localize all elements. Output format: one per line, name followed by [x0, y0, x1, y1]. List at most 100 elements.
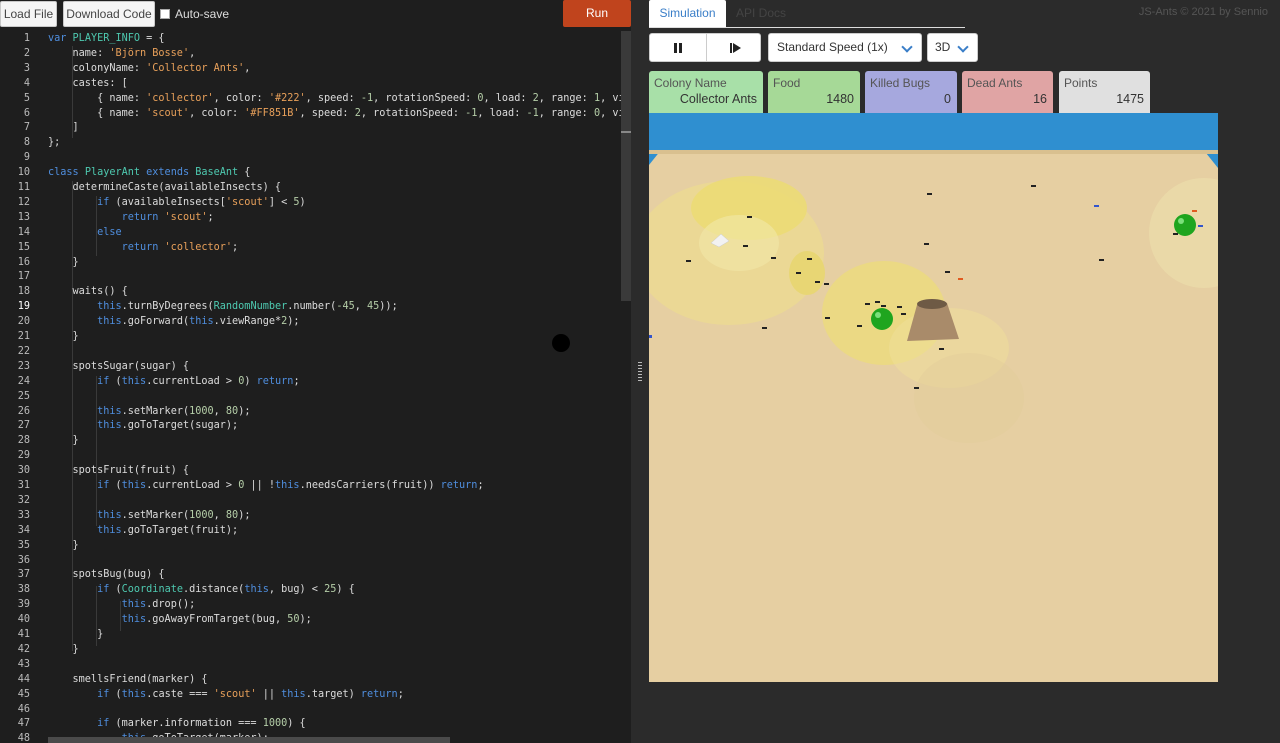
- code-line[interactable]: ]: [48, 120, 79, 135]
- stat-label: Points: [1064, 76, 1098, 90]
- code-token: 80: [225, 509, 239, 521]
- tab-simulation[interactable]: Simulation: [649, 0, 726, 27]
- code-line[interactable]: if (this.currentLoad > 0) return;: [48, 374, 300, 389]
- line-number: 8: [23, 137, 30, 149]
- line-number: 35: [17, 539, 30, 551]
- code-line[interactable]: { name: 'collector', color: '#222', spee…: [48, 91, 631, 106]
- code-line[interactable]: this.goAwayFromTarget(bug, 50);: [48, 612, 312, 627]
- speed-select[interactable]: Standard Speed (1x): [768, 33, 922, 62]
- code-token: if: [97, 196, 110, 208]
- line-number: 13: [17, 211, 30, 223]
- code-token: 'Collector Ants': [146, 62, 245, 74]
- code-line[interactable]: spotsBug(bug) {: [48, 567, 165, 582]
- view-mode-select[interactable]: 3D: [927, 33, 978, 62]
- line-number: 48: [17, 733, 30, 743]
- code-line[interactable]: if (Coordinate.distance(this, bug) < 25)…: [48, 582, 355, 597]
- code-line[interactable]: this.goToTarget(sugar);: [48, 418, 238, 433]
- download-code-button[interactable]: Download Code: [63, 1, 155, 27]
- code-line[interactable]: spotsFruit(fruit) {: [48, 463, 190, 478]
- line-number: 25: [17, 390, 30, 402]
- code-line[interactable]: this.setMarker(1000, 80);: [48, 508, 250, 523]
- code-line[interactable]: }: [48, 538, 79, 553]
- code-token: ): [299, 196, 306, 208]
- vertical-scrollbar[interactable]: [621, 31, 631, 301]
- code-line[interactable]: determineCaste(availableInsects) {: [48, 180, 282, 195]
- code-line[interactable]: smellsFriend(marker) {: [48, 672, 208, 687]
- code-line[interactable]: name: 'Björn Bosse',: [48, 46, 196, 61]
- code-line[interactable]: }: [48, 329, 79, 344]
- code-line[interactable]: colonyName: 'Collector Ants',: [48, 61, 251, 76]
- code-token: (availableInsects[: [109, 196, 226, 208]
- load-file-button[interactable]: Load File: [0, 1, 57, 27]
- code-line[interactable]: return 'scout';: [48, 210, 214, 225]
- code-line[interactable]: this.goForward(this.viewRange*2);: [48, 314, 299, 329]
- apple-highlight: [875, 312, 881, 318]
- code-token: ;: [293, 375, 300, 387]
- code-token: }: [48, 539, 79, 551]
- code-line[interactable]: if (this.currentLoad > 0 || !this.needsC…: [48, 478, 484, 493]
- code-token: 'scout': [146, 107, 190, 119]
- run-button[interactable]: Run: [563, 0, 631, 27]
- code-line[interactable]: }: [48, 627, 103, 642]
- line-number: 39: [17, 599, 30, 611]
- code-line[interactable]: spotsSugar(sugar) {: [48, 359, 190, 374]
- code-token: , load:: [477, 107, 527, 119]
- code-line[interactable]: this.setMarker(1000, 80);: [48, 404, 250, 419]
- line-number: 38: [17, 584, 30, 596]
- autosave-checkbox[interactable]: [160, 9, 170, 19]
- pause-icon[interactable]: [674, 43, 682, 53]
- code-token: }: [48, 629, 104, 640]
- code-token: 'collector': [146, 92, 214, 104]
- code-token: ;: [232, 241, 239, 253]
- line-number: 3: [23, 62, 30, 74]
- code-line[interactable]: this.goToTarget(fruit);: [48, 523, 238, 538]
- code-token: , range:: [538, 92, 594, 104]
- code-line[interactable]: if (marker.information === 1000) {: [48, 716, 306, 731]
- code-token: var: [48, 33, 73, 44]
- code-area[interactable]: var PLAYER_INFO = { name: 'Björn Bosse',…: [48, 31, 631, 743]
- code-line[interactable]: }: [48, 433, 79, 448]
- code-editor[interactable]: 1 2 3 4 5 6 7 8 9 10 11 12 13 14 15 16 17 18 19 20 21 22 23 24 2…: [0, 31, 631, 743]
- code-line[interactable]: var PLAYER_INFO = {: [48, 31, 165, 46]
- code-line[interactable]: if (this.caste === 'scout' || this.targe…: [48, 687, 404, 702]
- code-line[interactable]: if (availableInsects['scout'] < 5): [48, 195, 306, 210]
- code-token: this: [97, 509, 122, 521]
- stat-dead-ants: Dead Ants 16: [962, 71, 1053, 113]
- code-line[interactable]: waits() {: [48, 284, 128, 299]
- code-token: .needsCarriers(fruit)): [299, 480, 441, 491]
- tab-api-docs[interactable]: API Docs: [731, 0, 791, 27]
- code-token: this: [189, 316, 214, 328]
- autosave-toggle[interactable]: Auto-save: [160, 6, 229, 22]
- resize-grip-icon[interactable]: [638, 362, 642, 382]
- code-line[interactable]: return 'collector';: [48, 240, 239, 255]
- code-token: 45: [367, 301, 380, 313]
- code-line[interactable]: }: [48, 642, 79, 657]
- line-number: 19: [17, 301, 30, 313]
- code-token: , color:: [189, 107, 245, 119]
- simulation-canvas[interactable]: [649, 113, 1218, 682]
- horizontal-scrollbar[interactable]: [48, 737, 450, 743]
- code-line[interactable]: }: [48, 255, 79, 270]
- code-line[interactable]: this.drop();: [48, 597, 196, 612]
- apple-highlight: [1178, 218, 1184, 224]
- code-line[interactable]: else: [48, 225, 122, 240]
- tab-bar: Simulation API Docs: [649, 0, 965, 28]
- line-number: 5: [23, 92, 30, 104]
- code-token: spotsFruit(fruit) {: [48, 465, 190, 477]
- code-line[interactable]: { name: 'scout', color: '#FF851B', speed…: [48, 106, 631, 121]
- code-line[interactable]: class PlayerAnt extends BaseAnt {: [48, 165, 250, 180]
- code-token: ,: [354, 301, 368, 313]
- code-token: 1000: [262, 718, 288, 730]
- code-token: ));: [379, 301, 398, 313]
- code-line[interactable]: this.turnByDegrees(RandomNumber.number(-…: [48, 299, 398, 314]
- code-line[interactable]: };: [48, 135, 60, 150]
- code-token: ] <: [268, 196, 294, 208]
- editor-pane: Load File Download Code Auto-save Run 12…: [0, 0, 631, 743]
- code-token: , rotationSpeed:: [373, 92, 478, 104]
- step-forward-icon[interactable]: [730, 42, 742, 54]
- code-token: {: [238, 167, 251, 179]
- code-line[interactable]: castes: [: [48, 76, 128, 91]
